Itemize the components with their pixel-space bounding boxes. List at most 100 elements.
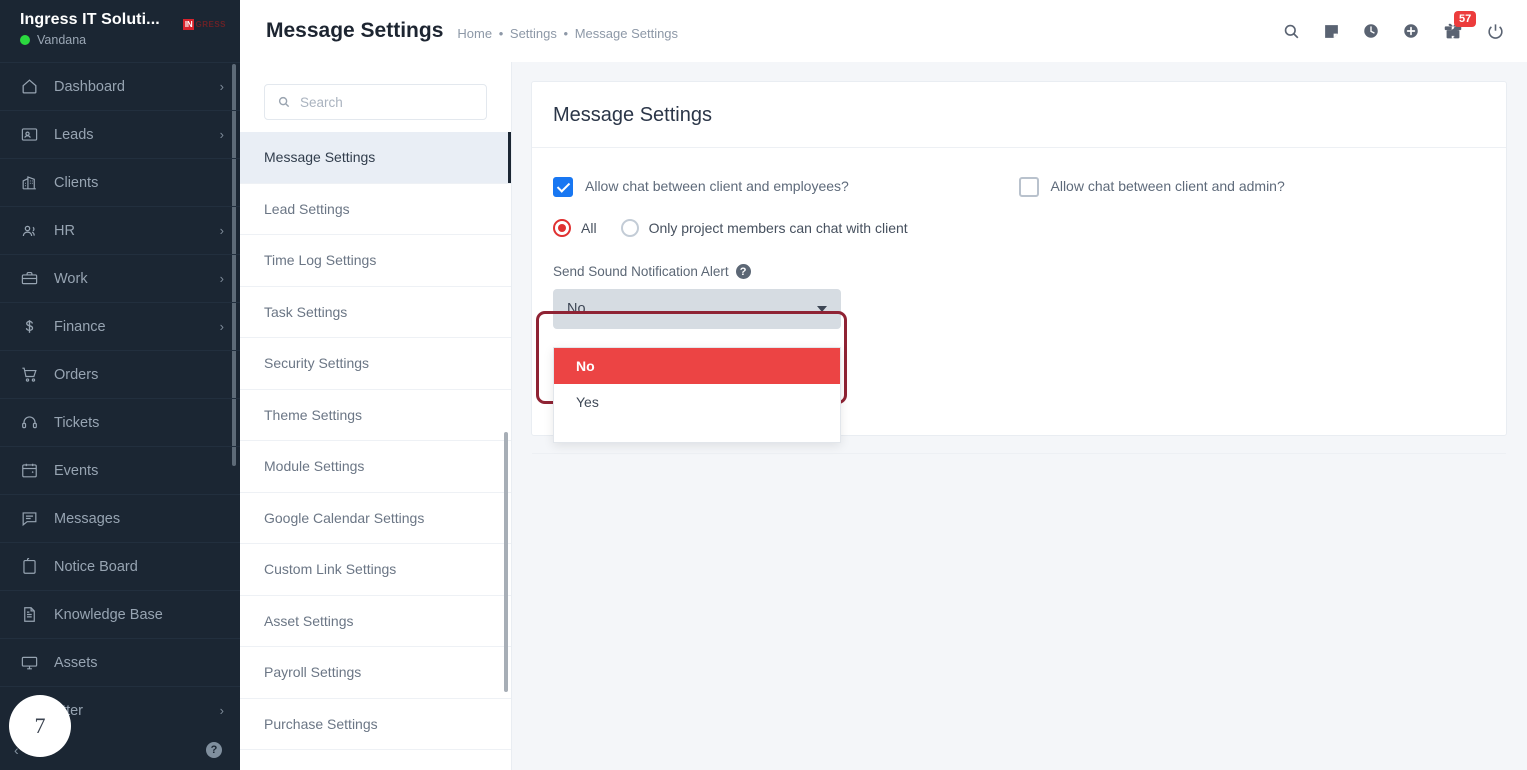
- dropdown-option-no[interactable]: No: [554, 348, 840, 384]
- settings-item-payroll-settings[interactable]: Payroll Settings: [240, 647, 511, 699]
- sidebar-item-work[interactable]: Work ›: [0, 254, 240, 302]
- brand-header: Ingress IT Soluti... Vandana IN GRESS: [0, 0, 240, 62]
- sidebar-item-label: Knowledge Base: [54, 606, 163, 623]
- card-divider: [532, 453, 1506, 454]
- settings-item-google-calendar-settings[interactable]: Google Calendar Settings: [240, 493, 511, 544]
- sidebar-item-label: Messages: [54, 510, 121, 527]
- user-name: Vandana: [37, 33, 87, 47]
- main-sidebar: Ingress IT Soluti... Vandana IN GRESS Da…: [0, 0, 240, 770]
- settings-item-label: Asset Settings: [264, 612, 354, 629]
- settings-item-module-settings[interactable]: Module Settings: [240, 441, 511, 493]
- radio-project-members[interactable]: [620, 219, 639, 237]
- sidebar-item-label: etter: [54, 702, 84, 719]
- breadcrumb-item-current: Message Settings: [574, 25, 679, 41]
- clock-icon[interactable]: [1362, 22, 1380, 40]
- tickets-icon: [20, 413, 46, 432]
- sidebar-item-clients[interactable]: Clients: [0, 158, 240, 206]
- page-title: Message Settings: [266, 19, 444, 42]
- messages-icon: [20, 509, 46, 528]
- right-pane: Message Settings Home • Settings • Messa…: [240, 0, 1527, 770]
- allow-chat-employees-checkbox[interactable]: [553, 177, 573, 197]
- knowledge-base-icon: [20, 605, 46, 624]
- settings-item-label: Custom Link Settings: [264, 561, 397, 578]
- sidebar-item-messages[interactable]: Messages: [0, 494, 240, 542]
- sound-notification-selected-value: No: [567, 301, 586, 317]
- settings-item-purchase-settings[interactable]: Purchase Settings: [240, 699, 511, 750]
- sidebar-item-leads[interactable]: Leads ›: [0, 110, 240, 158]
- chevron-down-icon: [817, 306, 827, 312]
- breadcrumb-item-settings[interactable]: Settings: [510, 26, 557, 41]
- sidebar-item-label: HR: [54, 222, 75, 239]
- search-icon[interactable]: [1282, 22, 1301, 41]
- allow-chat-admin-label: Allow chat between client and admin?: [1050, 178, 1285, 194]
- clients-icon: [20, 173, 46, 192]
- sidebar-item-finance[interactable]: Finance ›: [0, 302, 240, 350]
- chevron-right-icon: ›: [219, 703, 224, 718]
- sidebar-item-orders[interactable]: Orders: [0, 350, 240, 398]
- settings-list-scrollbar[interactable]: [504, 432, 508, 692]
- settings-search-wrap: [240, 62, 511, 132]
- app-root: Ingress IT Soluti... Vandana IN GRESS Da…: [0, 0, 1527, 770]
- sidebar-item-assets[interactable]: Assets: [0, 638, 240, 686]
- allow-chat-employees-label: Allow chat between client and employees?: [585, 178, 849, 194]
- allow-chat-admin-checkbox[interactable]: [1018, 177, 1039, 197]
- sound-notification-select[interactable]: No: [553, 289, 841, 329]
- help-icon[interactable]: ?: [206, 742, 222, 758]
- allow-chat-employees-field: Allow chat between client and employees?: [553, 176, 1019, 197]
- settings-item-time-log-settings[interactable]: Time Log Settings: [240, 235, 511, 287]
- breadcrumb: Home • Settings • Message Settings: [457, 22, 678, 41]
- assets-icon: [20, 653, 46, 672]
- power-icon[interactable]: [1486, 22, 1505, 41]
- hr-icon: [20, 221, 46, 241]
- settings-item-custom-link-settings[interactable]: Custom Link Settings: [240, 544, 511, 596]
- sidebar-item-label: Assets: [54, 654, 98, 671]
- settings-item-label: Task Settings: [264, 303, 348, 320]
- settings-search-box[interactable]: [264, 84, 487, 120]
- orders-icon: [20, 365, 46, 384]
- help-circle-icon[interactable]: ?: [735, 264, 751, 279]
- settings-item-label: Time Log Settings: [264, 252, 377, 269]
- sound-notification-dropdown[interactable]: No Yes: [553, 347, 841, 443]
- topbar-actions: 57: [1282, 11, 1505, 42]
- sidebar-item-hr[interactable]: HR ›: [0, 206, 240, 254]
- radio-all[interactable]: [553, 219, 571, 237]
- settings-item-label: Message Settings: [264, 149, 376, 166]
- settings-item-security-settings[interactable]: Security Settings: [240, 338, 511, 390]
- logo-text: GRESS: [195, 20, 226, 29]
- gift-bell-icon[interactable]: 57: [1442, 11, 1477, 42]
- message-settings-card: Message Settings Allow chat between clie…: [531, 81, 1507, 454]
- sidebar-item-label: Notice Board: [54, 558, 138, 575]
- sidebar-item-knowledge-base[interactable]: Knowledge Base: [0, 590, 240, 638]
- dropdown-option-yes[interactable]: Yes: [554, 384, 840, 420]
- plus-circle-icon[interactable]: [1402, 22, 1420, 40]
- settings-item-theme-settings[interactable]: Theme Settings: [240, 390, 511, 441]
- brand-info: Ingress IT Soluti... Vandana: [20, 10, 160, 47]
- checkbox-row: Allow chat between client and employees?…: [553, 176, 1484, 197]
- card-header: Message Settings: [532, 82, 1506, 148]
- chevron-right-icon: ›: [219, 79, 224, 94]
- main-content: Message Settings Allow chat between clie…: [512, 62, 1527, 770]
- sidebar-item-notice-board[interactable]: Notice Board: [0, 542, 240, 590]
- sidebar-item-events[interactable]: Events: [0, 446, 240, 494]
- home-icon: [20, 77, 46, 96]
- company-logo: IN GRESS: [182, 19, 226, 30]
- sidebar-item-label: Finance: [54, 318, 106, 335]
- settings-item-asset-settings[interactable]: Asset Settings: [240, 596, 511, 647]
- events-icon: [20, 461, 46, 480]
- notice-board-icon: [20, 557, 46, 576]
- settings-item-message-settings[interactable]: Message Settings: [240, 132, 511, 184]
- sidebar-item-label: Events: [54, 462, 99, 479]
- breadcrumb-item-home[interactable]: Home: [457, 26, 492, 41]
- chevron-right-icon: ›: [219, 271, 224, 286]
- settings-item-label: Security Settings: [264, 355, 370, 372]
- sidebar-item-tickets[interactable]: Tickets: [0, 398, 240, 446]
- settings-search-input[interactable]: [300, 94, 474, 110]
- sound-notification-label: Send Sound Notification Alert: [553, 264, 729, 279]
- dropdown-spacer: [554, 420, 840, 442]
- settings-item-task-settings[interactable]: Task Settings: [240, 287, 511, 338]
- current-user: Vandana: [20, 33, 160, 47]
- sidebar-item-dashboard[interactable]: Dashboard ›: [0, 62, 240, 110]
- settings-item-lead-settings[interactable]: Lead Settings: [240, 184, 511, 235]
- allow-chat-admin-field: Allow chat between client and admin?: [1018, 176, 1485, 197]
- note-icon[interactable]: [1323, 23, 1340, 40]
